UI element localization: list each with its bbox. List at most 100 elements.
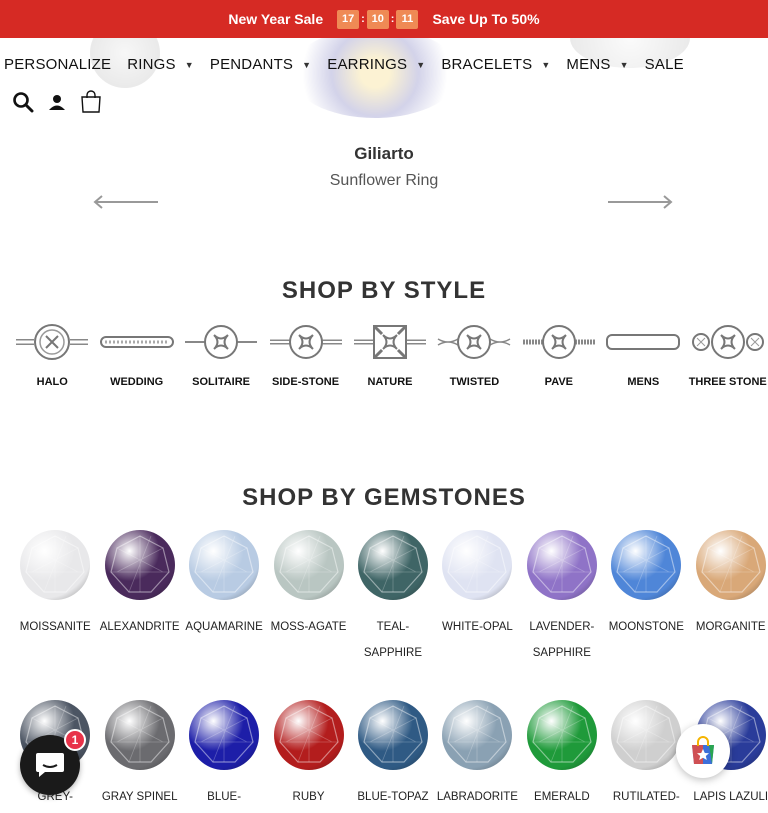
nav-label: EARRINGS <box>327 56 408 73</box>
nav-bracelets[interactable]: BRACELETS ▼ <box>441 56 550 73</box>
nav-label: RINGS <box>127 56 176 73</box>
gemstone-label: MOISSANITE <box>19 621 91 633</box>
gemstone-image <box>104 700 175 770</box>
style-label: SOLITAIRE <box>192 376 251 388</box>
style-label: PAVE <box>544 376 573 388</box>
gemstone-image <box>357 530 428 600</box>
style-label: TWISTED <box>449 376 500 388</box>
gemstone-label: MOONSTONE <box>608 621 684 633</box>
shop-by-gemstones-title: SHOP BY GEMSTONES <box>242 484 526 511</box>
gemstone-item[interactable]: BLUE- <box>182 700 266 810</box>
halo-ring-icon <box>16 324 89 360</box>
gemstone-label: TEAL- SAPPHIRE <box>363 621 423 659</box>
nav-label: PENDANTS <box>209 56 294 73</box>
gemstone-image <box>611 530 682 600</box>
timer-separator: : <box>361 13 365 25</box>
gemstone-image <box>273 530 344 600</box>
gemstone-label: RUBY <box>292 791 325 803</box>
next-arrow-icon[interactable] <box>606 194 674 215</box>
nav-label: PERSONALIZE <box>4 56 112 73</box>
gemstone-image <box>357 700 428 770</box>
nav-sale[interactable]: SALE <box>645 56 684 73</box>
caret-down-icon: ▼ <box>302 59 312 70</box>
gemstone-image <box>695 530 766 600</box>
nav-label: SALE <box>644 56 684 73</box>
account-icon[interactable] <box>48 93 66 111</box>
gemstone-image <box>273 700 344 770</box>
promo-title: New Year Sale <box>228 11 324 27</box>
nav-personalize[interactable]: PERSONALIZE <box>4 56 111 73</box>
style-solitaire[interactable]: SOLITAIRE <box>179 322 263 388</box>
main-nav: PERSONALIZE RINGS ▼ PENDANTS ▼ EARRINGS ▼ B… <box>4 56 700 73</box>
header-icons <box>12 90 116 114</box>
gemstone-label: RUTILATED- <box>612 791 680 803</box>
gemstone-item[interactable]: RUBY <box>266 700 350 810</box>
solitaire-ring-icon <box>185 325 258 359</box>
slide-brand: Giliarto <box>354 144 414 163</box>
promo-save-text: Save Up To 50% <box>432 11 540 27</box>
nav-label: MENS <box>566 56 611 73</box>
gemstone-image <box>189 530 260 600</box>
style-label: SIDE-STONE <box>272 376 340 388</box>
gemstone-label: LAVENDER- SAPPHIRE <box>529 621 595 659</box>
gemstone-image <box>442 530 513 600</box>
style-wedding[interactable]: WEDDING <box>94 322 178 388</box>
shop-by-style-title: SHOP BY STYLE <box>281 277 487 304</box>
gemstone-item[interactable]: MOISSANITE <box>13 530 97 666</box>
style-halo[interactable]: HALO <box>10 322 94 388</box>
prev-arrow-icon[interactable] <box>92 194 160 215</box>
gemstone-image <box>611 700 682 770</box>
promo-banner[interactable]: New Year Sale 17 : 10 : 11 Save Up To 50… <box>0 0 768 38</box>
gemstone-item[interactable]: LAVENDER- SAPPHIRE <box>520 530 604 666</box>
gemstone-item[interactable]: MOONSTONE <box>604 530 688 666</box>
style-twisted[interactable]: TWISTED <box>432 322 516 388</box>
gemstone-item[interactable]: MOSS-AGATE <box>266 530 350 666</box>
caret-down-icon: ▼ <box>184 59 194 70</box>
style-label: HALO <box>36 376 68 388</box>
twisted-ring-icon <box>438 325 511 359</box>
timer-hours: 17 <box>337 9 360 29</box>
mens-band-icon <box>606 334 681 350</box>
style-label: MENS <box>627 376 660 388</box>
gemstone-item[interactable]: EMERALD <box>520 700 604 810</box>
gemstone-label: MOSS-AGATE <box>270 621 347 633</box>
gemstone-item[interactable]: BLUE-TOPAZ <box>351 700 435 810</box>
nature-ring-icon <box>353 324 426 360</box>
style-label: THREE STONE <box>688 376 767 388</box>
gemstone-item[interactable]: MORGANITE <box>689 530 768 666</box>
gemstone-label: GRAY SPINEL <box>101 791 178 803</box>
gemstone-item[interactable]: ALEXANDRITE <box>97 530 181 666</box>
gemstone-item[interactable]: AQUAMARINE <box>182 530 266 666</box>
gemstone-image <box>526 700 597 770</box>
gemstone-item[interactable]: TEAL- SAPPHIRE <box>351 530 435 666</box>
style-label: NATURE <box>367 376 413 388</box>
nav-rings[interactable]: RINGS ▼ <box>127 56 194 73</box>
style-mens[interactable]: MENS <box>601 322 685 388</box>
gemstone-item[interactable]: WHITE-OPAL <box>435 530 519 666</box>
slide-caption: Giliarto Sunflower Ring <box>0 144 768 190</box>
gemstone-label: BLUE-TOPAZ <box>357 791 429 803</box>
gemstone-label: EMERALD <box>534 791 590 803</box>
cart-icon[interactable] <box>80 90 102 114</box>
nav-mens[interactable]: MENS ▼ <box>566 56 628 73</box>
search-icon[interactable] <box>12 91 34 113</box>
gemstone-label: AQUAMARINE <box>185 621 263 633</box>
caret-down-icon: ▼ <box>416 59 426 70</box>
nav-earrings[interactable]: EARRINGS ▼ <box>327 56 425 73</box>
side-stone-ring-icon <box>269 325 342 359</box>
shop-app-button[interactable] <box>676 724 730 778</box>
gemstone-item[interactable]: GRAY SPINEL <box>97 700 181 810</box>
nav-pendants[interactable]: PENDANTS ▼ <box>210 56 311 73</box>
gemstone-image <box>20 530 91 600</box>
style-nature[interactable]: NATURE <box>348 322 432 388</box>
style-pave[interactable]: PAVE <box>517 322 601 388</box>
slide-product[interactable]: Sunflower Ring <box>0 172 768 190</box>
gemstone-label: LAPIS LAZULI <box>693 791 768 803</box>
gemstone-item[interactable]: LABRADORITE <box>435 700 519 810</box>
gemstone-image <box>442 700 513 770</box>
style-three-stone[interactable]: THREE STONE <box>686 322 768 388</box>
chat-notification-badge: 1 <box>64 729 86 751</box>
hero-background <box>0 38 768 128</box>
style-side-stone[interactable]: SIDE-STONE <box>263 322 347 388</box>
style-label: WEDDING <box>110 376 164 388</box>
